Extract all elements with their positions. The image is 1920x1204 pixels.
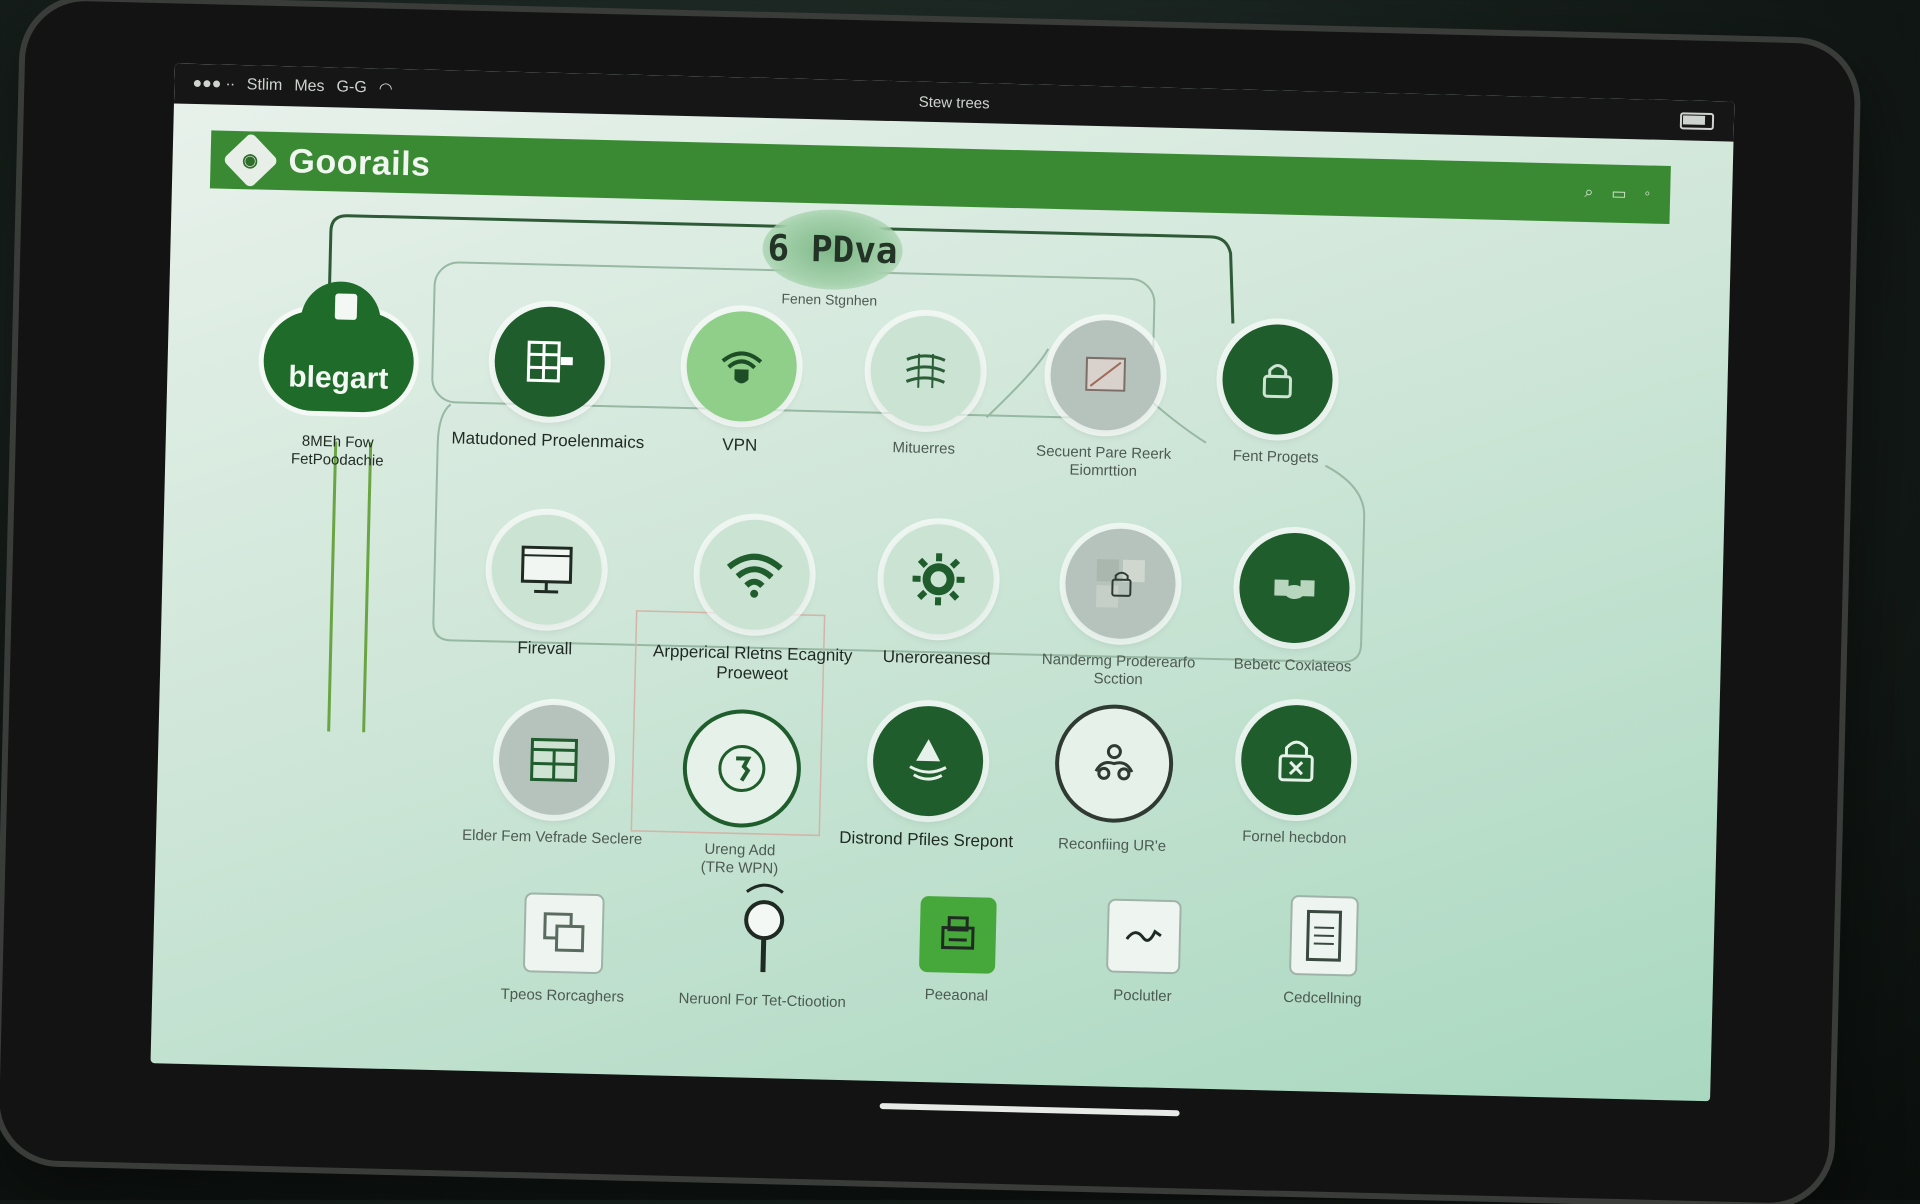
- wifi-icon: [698, 518, 811, 631]
- diagram-canvas: 6 PDva Fenen Stgnhen blegart 8MEh Fow Fe…: [151, 187, 1732, 1101]
- more-icon[interactable]: ◦: [1644, 185, 1650, 203]
- status-center: Stew trees: [919, 93, 990, 112]
- signature-icon: [1106, 899, 1182, 975]
- node-row4-1[interactable]: Tpeos Rorcaghers: [462, 891, 665, 1008]
- node-row4-4[interactable]: Poclutler: [1042, 897, 1245, 1008]
- status-right: [1680, 112, 1714, 130]
- shield-wifi-icon: [685, 310, 798, 423]
- hand-icon: [681, 708, 802, 829]
- lock-icon: [1221, 323, 1334, 436]
- node-row4-5[interactable]: Cedcellning: [1222, 893, 1425, 1010]
- node-row2-4[interactable]: Nandermg Proderearfo Scction: [1018, 526, 1222, 691]
- battery-icon: [1680, 112, 1714, 130]
- monitor-icon: [490, 513, 603, 626]
- node-row3-1[interactable]: Elder Fem Vefrade Seclere: [452, 703, 655, 850]
- document-icon: [1289, 895, 1359, 977]
- status-item-2: Mes: [294, 77, 325, 96]
- node-row3-4[interactable]: Reconfiing UR'e: [1012, 702, 1216, 857]
- tablet-device: ●●● ∙∙ Stlim Mes G-G ◠ Stew trees ◉ Goor…: [0, 0, 1856, 1204]
- handshake-icon: [1238, 532, 1351, 645]
- status-left: ●●● ∙∙ Stlim Mes G-G ◠: [192, 74, 393, 99]
- tablet-screen: ●●● ∙∙ Stlim Mes G-G ◠ Stew trees ◉ Goor…: [151, 63, 1735, 1101]
- node-row3-2[interactable]: Ureng Add (TRe WPN): [639, 707, 843, 880]
- lock-collage-icon: [1064, 527, 1177, 640]
- status-item-1: Stlim: [247, 76, 283, 95]
- node-row2-3[interactable]: Uneroreanesd: [836, 522, 1039, 671]
- node-row1-5[interactable]: Fent Progets: [1175, 322, 1378, 469]
- node-row4-3[interactable]: Peeaonal: [856, 894, 1059, 1007]
- network-lines-icon: [869, 315, 982, 428]
- gear-icon: [882, 523, 995, 636]
- node-label: Ureng Add (TRe WPN): [639, 839, 840, 880]
- bell-icon: [872, 705, 985, 818]
- cloud-lock-icon: [335, 293, 358, 320]
- wifi-status-icon: ◠: [378, 78, 392, 98]
- firewall-brick-icon: [493, 305, 606, 418]
- node-row2-1[interactable]: Firevall: [445, 512, 648, 661]
- node-row3-3[interactable]: Distrond Pfiles Srepont: [826, 704, 1029, 853]
- status-item-3: G-G: [336, 78, 367, 97]
- menu-icon[interactable]: ▭: [1611, 184, 1627, 204]
- node-row3-5[interactable]: Fornel hecbdon: [1194, 703, 1397, 850]
- cloud-subtitle: 8MEh Fow FetPoodachie: [247, 431, 428, 471]
- printer-icon: [919, 896, 997, 974]
- node-row2-5[interactable]: Bebetc Coxiateos: [1192, 531, 1395, 678]
- app-title: Goorails: [288, 142, 431, 184]
- node-row1-1[interactable]: Matudoned Proelenmaics: [448, 304, 651, 453]
- image-panel-icon: [1049, 319, 1162, 432]
- search-icon[interactable]: ⌕: [1584, 184, 1593, 202]
- app-logo-icon: ◉: [222, 132, 279, 189]
- status-bar: ●●● ∙∙ Stlim Mes G-G ◠ Stew trees: [174, 63, 1735, 141]
- node-label: Secuent Pare Reerk Eiomrttion: [1003, 442, 1204, 483]
- windows-icon: [523, 892, 605, 974]
- node-label: Arpperical Rletns Ecagnity Proeweot: [652, 641, 853, 687]
- magnifier-icon: [725, 881, 803, 979]
- center-title: 6 PDva: [767, 228, 898, 272]
- window-grid-icon: [498, 704, 611, 817]
- cloud-node[interactable]: blegart: [262, 310, 414, 414]
- header-tools: ⌕ ▭ ◦: [1584, 183, 1650, 205]
- node-label: Nandermg Proderearfo Scction: [1018, 650, 1219, 691]
- home-indicator[interactable]: [880, 1103, 1180, 1116]
- node-row1-3[interactable]: Mituerres: [824, 313, 1027, 460]
- signal-icon: ●●● ∙∙: [192, 75, 235, 94]
- cloud-title: blegart: [288, 360, 389, 396]
- node-row2-2[interactable]: Arpperical Rletns Ecagnity Proeweot: [652, 517, 856, 687]
- people-icon: [1054, 703, 1175, 824]
- lock-x-icon: [1240, 704, 1353, 817]
- node-row1-2[interactable]: VPN: [640, 309, 843, 458]
- node-row4-2[interactable]: Neruonl For Tet-Ctiootion: [662, 880, 865, 1013]
